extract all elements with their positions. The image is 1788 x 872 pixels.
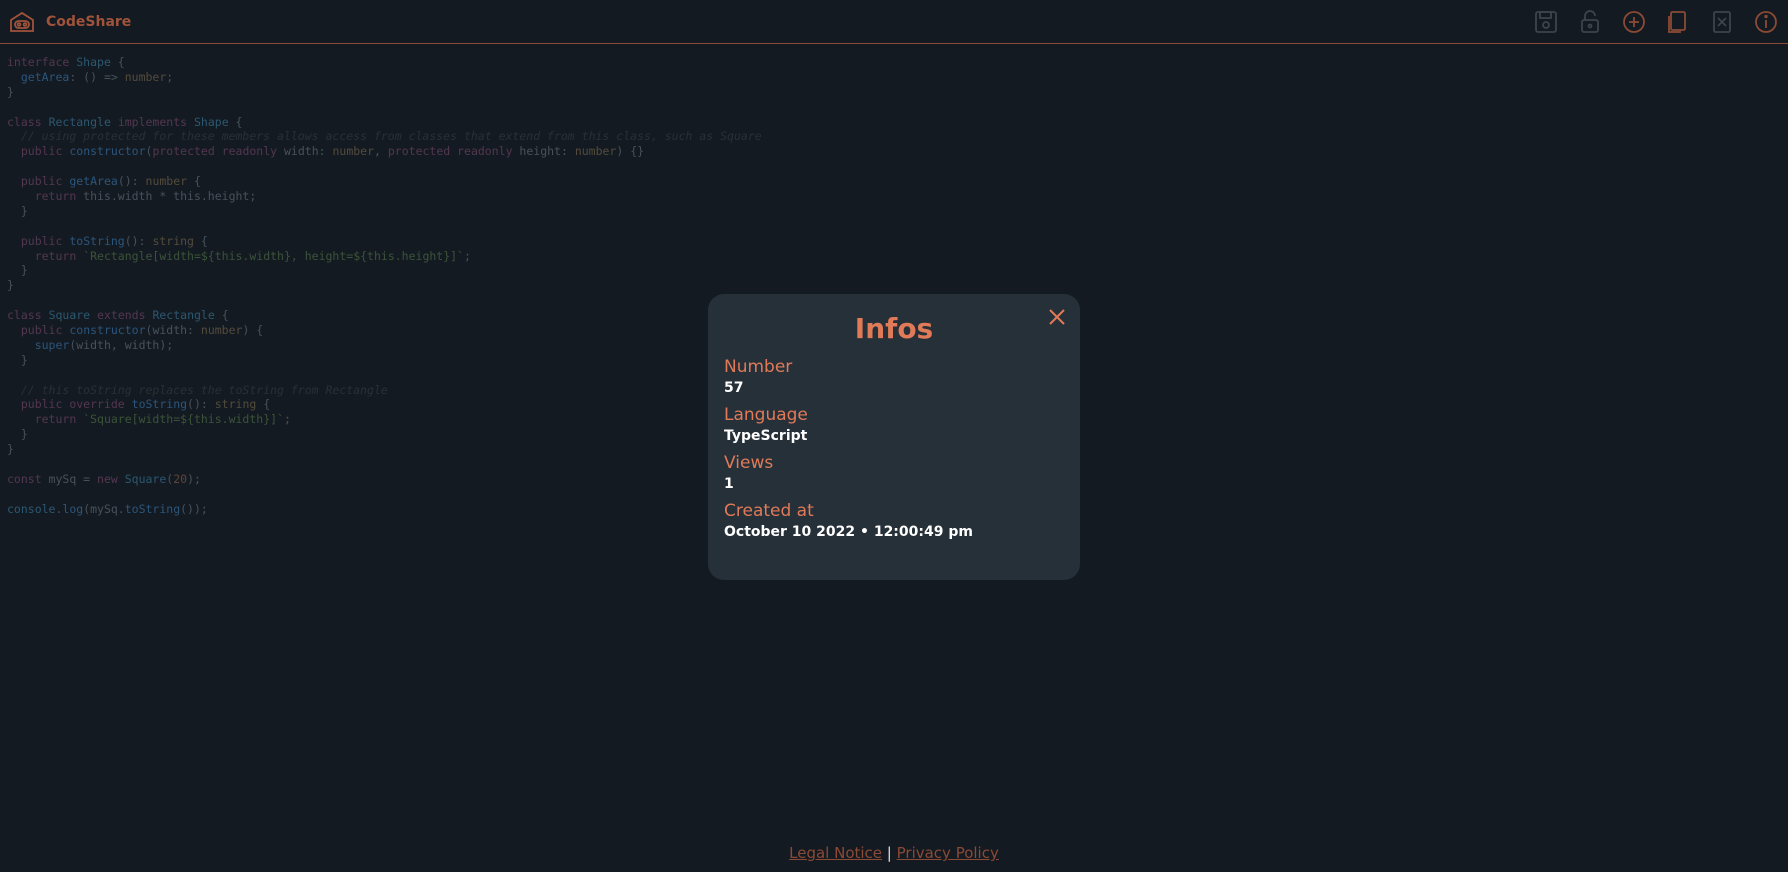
code-line: public getArea(): number {: [20, 174, 201, 189]
code-line: class Square extends Rectangle {: [7, 308, 229, 323]
info-views: Views 1: [724, 452, 1064, 494]
code-line: public override toString(): string {: [20, 397, 271, 412]
code-line: console.log(mySq.toString());: [7, 501, 208, 516]
code-line: }: [7, 203, 28, 218]
info-value: October 10 2022 • 12:00:49 pm: [724, 524, 973, 540]
close-icon: [1049, 309, 1065, 325]
logo-icon: [10, 11, 34, 32]
info-label: Language: [724, 405, 808, 425]
footer: Legal Notice | Privacy Policy: [0, 844, 1788, 862]
app-name: CodeShare: [46, 14, 132, 30]
code-line: }: [7, 352, 28, 367]
info-number: Number 57: [724, 356, 1064, 398]
close-button[interactable]: [1046, 306, 1068, 328]
privacy-policy-link[interactable]: Privacy Policy: [897, 844, 999, 862]
new-button[interactable]: [1620, 8, 1648, 36]
code-line: }: [7, 427, 28, 442]
info-modal: Infos Number 57 Language TypeScript View…: [708, 294, 1080, 580]
legal-notice-link[interactable]: Legal Notice: [789, 844, 882, 862]
info-button[interactable]: [1752, 8, 1780, 36]
modal-title: Infos: [854, 312, 934, 345]
delete-icon: [1713, 11, 1731, 33]
code-line: return `Square[width=${this.width}]`;: [34, 412, 291, 427]
code-line: return `Rectangle[width=${this.width}, h…: [34, 248, 471, 263]
lock-icon: [1581, 10, 1599, 33]
code-line: }: [7, 263, 28, 278]
save-button[interactable]: [1532, 8, 1560, 36]
code-line: return this.width * this.height;: [34, 189, 257, 204]
code-line: super(width, width);: [34, 337, 174, 352]
code-line: }: [7, 278, 14, 293]
footer-separator: |: [882, 844, 897, 862]
info-language: Language TypeScript: [724, 404, 1064, 446]
save-icon: [1535, 11, 1557, 33]
code-line: // using protected for these members all…: [7, 129, 762, 144]
plus-circle-icon: [1623, 11, 1645, 33]
code-line: }: [7, 442, 14, 457]
info-label: Views: [724, 453, 774, 473]
delete-button[interactable]: [1708, 8, 1736, 36]
code-line: public constructor(protected readonly wi…: [20, 144, 645, 159]
info-value: TypeScript: [724, 428, 808, 444]
code-line: // this toString replaces the toString f…: [7, 382, 388, 397]
code-editor[interactable]: interface Shape { getArea: () => number;…: [7, 55, 762, 517]
code-line: class Rectangle implements Shape {: [7, 114, 243, 129]
lock-button[interactable]: [1576, 8, 1604, 36]
info-created-at: Created at October 10 2022 • 12:00:49 pm: [724, 500, 1064, 542]
info-label: Created at: [724, 501, 814, 521]
toolbar: [1532, 8, 1780, 36]
info-label: Number: [724, 357, 793, 377]
code-line: getArea: () => number;: [20, 69, 174, 84]
info-value: 1: [724, 476, 734, 492]
app-header: CodeShare: [0, 0, 1788, 44]
code-line: interface Shape {: [7, 55, 125, 69]
copy-icon: [1668, 11, 1686, 33]
code-line: public constructor(width: number) {: [20, 323, 264, 338]
code-line: public toString(): string {: [20, 233, 208, 248]
info-value: 57: [724, 380, 744, 396]
code-line: }: [7, 84, 14, 99]
code-line: const mySq = new Square(20);: [7, 471, 201, 486]
info-icon: [1755, 11, 1777, 33]
brand[interactable]: CodeShare: [8, 9, 131, 35]
copy-button[interactable]: [1664, 8, 1692, 36]
